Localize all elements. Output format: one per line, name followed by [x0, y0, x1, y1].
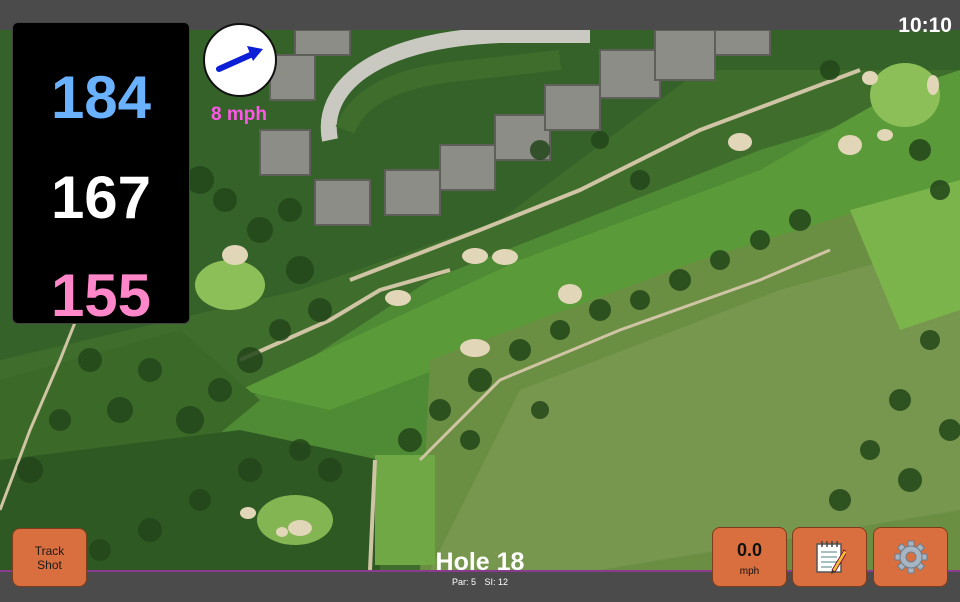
back-distance: 184 — [50, 64, 152, 131]
hole-info: Par: 5 SI: 12 — [380, 577, 580, 587]
hole-title: Hole 18 — [435, 548, 525, 576]
gear-icon — [894, 540, 927, 574]
notes-button[interactable] — [792, 527, 867, 587]
settings-button[interactable] — [873, 527, 948, 587]
hole-stroke-index: SI: 12 — [484, 577, 509, 587]
track-shot-label: Track Shot — [34, 543, 65, 572]
distance-panel: 184 167 155 — [12, 22, 190, 329]
middle-distance: 167 — [50, 164, 152, 231]
speed-value: 0.0 — [736, 540, 763, 560]
speed-unit: mph — [739, 566, 760, 577]
notepad-icon — [815, 541, 846, 574]
wind-arrow-icon — [216, 46, 263, 72]
wind-direction-indicator — [203, 23, 277, 97]
speed-button[interactable]: 0.0 mph — [712, 527, 787, 587]
wind-speed-label: 8 mph — [211, 104, 267, 125]
clock-time: 10:10 — [898, 14, 952, 37]
hole-par: Par: 5 — [451, 577, 476, 587]
front-distance: 155 — [50, 262, 152, 329]
track-shot-button[interactable]: Track Shot — [12, 528, 87, 587]
